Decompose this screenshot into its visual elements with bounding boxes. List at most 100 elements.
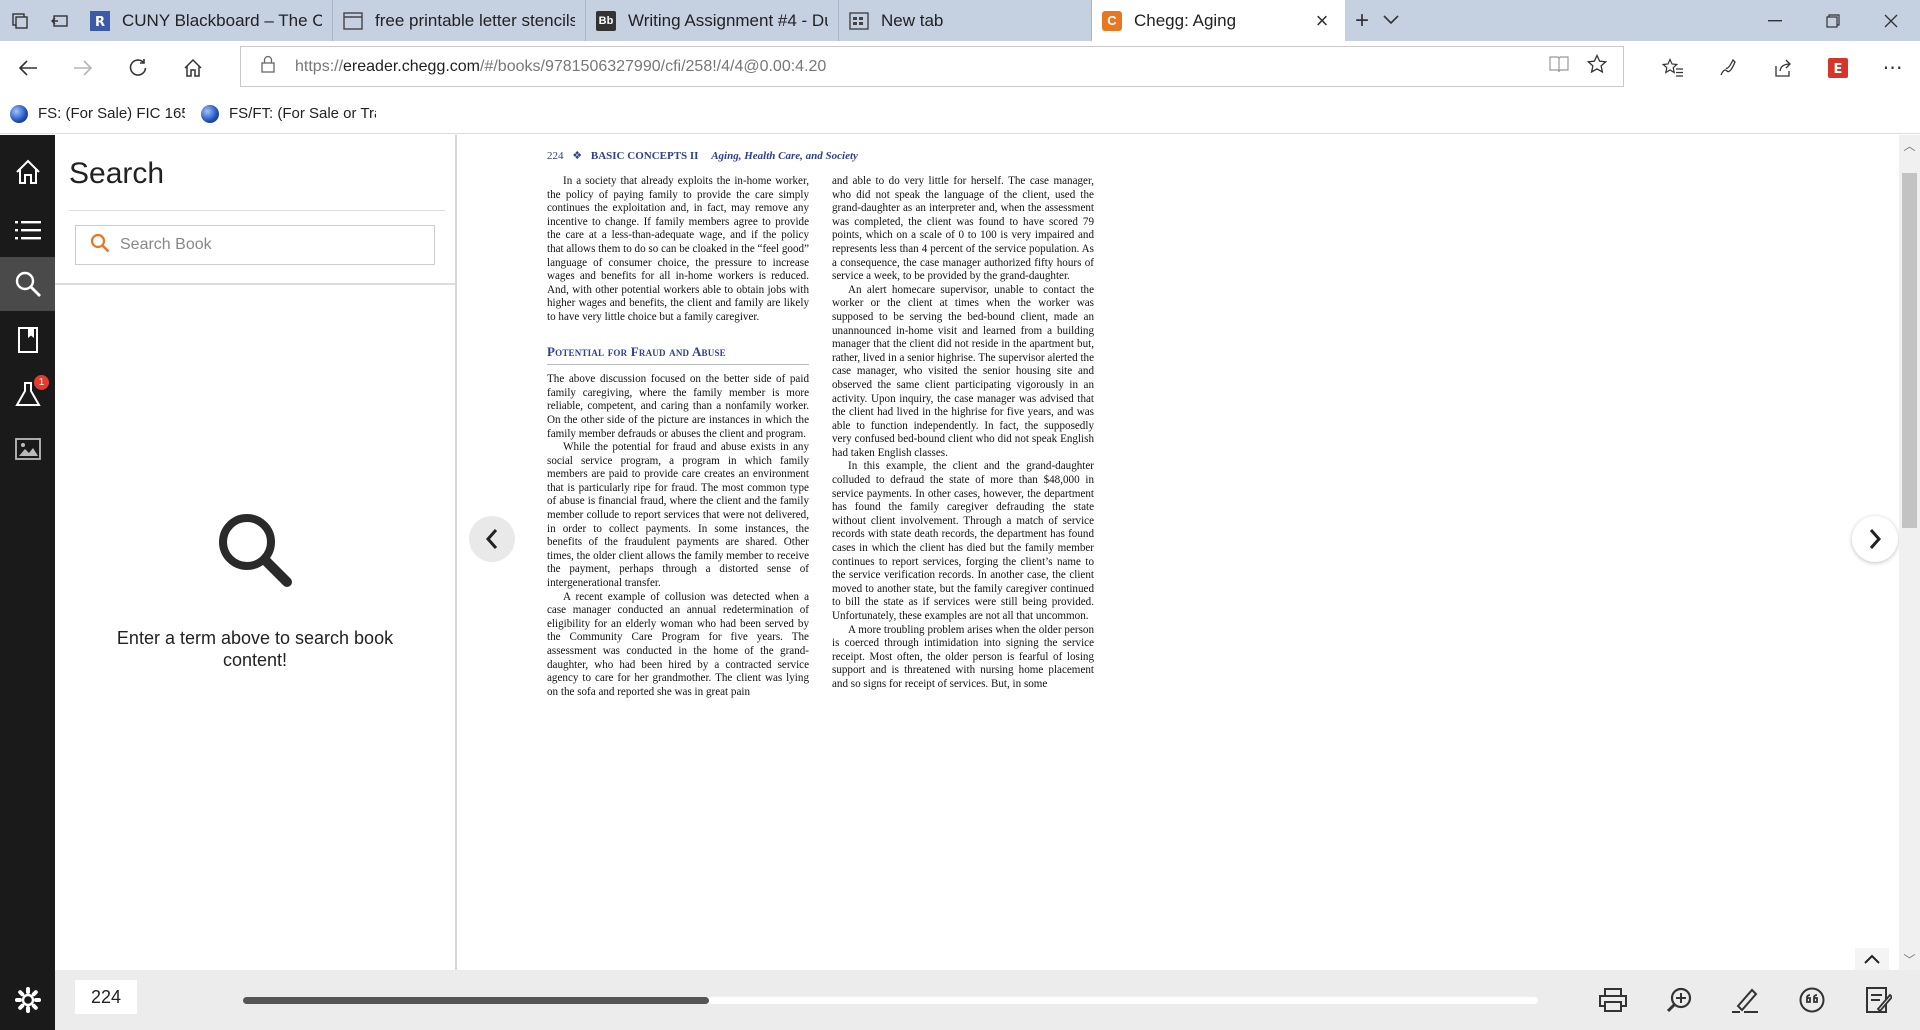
chegg-favicon: C bbox=[1102, 10, 1122, 31]
header-diamond: ❖ bbox=[572, 150, 583, 162]
image-icon[interactable] bbox=[0, 422, 55, 476]
url-path: /#/books/9781506327990/cfi/258!/4/4@0.00… bbox=[480, 57, 827, 75]
restore-icon[interactable] bbox=[1804, 0, 1862, 41]
panel-separator bbox=[55, 283, 455, 285]
running-header: 224 ❖ BASIC CONCEPTS II Aging, Health Ca… bbox=[547, 149, 858, 162]
set-aside-tabs-icon[interactable] bbox=[40, 0, 80, 41]
vertical-scrollbar[interactable]: ︿ ﹀ bbox=[1899, 135, 1920, 970]
favorite-star-icon[interactable] bbox=[1586, 53, 1608, 79]
tab-cuny-blackboard[interactable]: R CUNY Blackboard – The City bbox=[80, 0, 333, 41]
settings-gear-icon[interactable] bbox=[0, 970, 55, 1030]
header-page-number: 224 bbox=[547, 150, 564, 162]
tab-new-tab[interactable]: New tab bbox=[839, 0, 1092, 41]
favorite-label: FS: (For Sale) FIC 1650 bbox=[38, 105, 185, 122]
notification-badge: 1 bbox=[34, 375, 49, 390]
tab-letter-stencils[interactable]: free printable letter stencils bbox=[333, 0, 586, 41]
tab-writing-assignment[interactable]: Bb Writing Assignment #4 - Du bbox=[586, 0, 839, 41]
address-bar[interactable]: https://ereader.chegg.com/#/books/978150… bbox=[240, 46, 1624, 87]
search-input[interactable] bbox=[120, 236, 420, 254]
share-icon[interactable] bbox=[1755, 58, 1810, 78]
bb-favicon: Bb bbox=[596, 10, 616, 31]
tab-chegg-aging[interactable]: C Chegg: Aging × bbox=[1092, 0, 1345, 41]
search-input-icon bbox=[90, 233, 110, 258]
refresh-icon[interactable] bbox=[110, 41, 165, 94]
paragraph: A more troubling problem arises when the… bbox=[832, 623, 1094, 690]
globe-icon bbox=[10, 104, 28, 123]
url-host: ereader.chegg.com bbox=[343, 57, 481, 75]
text-column-right: and able to do very little for herself. … bbox=[832, 175, 1094, 692]
highlighter-icon[interactable] bbox=[1725, 982, 1765, 1018]
tab-label: CUNY Blackboard – The City bbox=[122, 10, 322, 30]
minimize-icon[interactable] bbox=[1746, 0, 1804, 41]
print-icon[interactable] bbox=[1593, 982, 1633, 1018]
section-heading: Potential for Fraud and Abuse bbox=[547, 344, 809, 366]
favorite-link[interactable]: FS: (For Sale) FIC 1650 bbox=[10, 104, 185, 123]
paragraph: and able to do very little for herself. … bbox=[832, 175, 1094, 283]
reader-bottom-toolbar: 224 bbox=[55, 970, 1920, 1030]
close-window-icon[interactable] bbox=[1862, 0, 1920, 41]
chegg-favicon-text: C bbox=[1107, 13, 1117, 28]
tab-actions-icon[interactable] bbox=[0, 0, 40, 41]
back-arrow-icon[interactable] bbox=[0, 41, 55, 94]
bb-favicon-text: Bb bbox=[598, 14, 614, 27]
pen-notes-icon[interactable] bbox=[1700, 58, 1755, 78]
lock-icon bbox=[261, 55, 283, 78]
page-icon bbox=[343, 11, 363, 31]
bookmark-icon[interactable] bbox=[0, 313, 55, 367]
chegg-extension-icon[interactable]: E bbox=[1810, 57, 1865, 78]
large-search-icon bbox=[215, 510, 295, 595]
search-box[interactable] bbox=[75, 225, 435, 265]
quote-icon[interactable] bbox=[1792, 982, 1832, 1018]
paragraph: An alert homecare supervisor, unable to … bbox=[832, 283, 1094, 459]
panel-divider bbox=[69, 210, 445, 211]
reading-view-icon[interactable] bbox=[1549, 55, 1569, 78]
reading-progress-bar[interactable] bbox=[243, 997, 1538, 1004]
paragraph: In this example, the client and the gran… bbox=[832, 460, 1094, 622]
paragraph: While the potential for fraud and abuse … bbox=[547, 441, 809, 590]
search-empty-message: Enter a term above to search book conten… bbox=[116, 628, 394, 670]
close-tab-icon[interactable]: × bbox=[1309, 8, 1335, 34]
svg-text:R: R bbox=[95, 15, 105, 30]
reader-side-rail: 1 bbox=[0, 135, 55, 1030]
previous-page-button[interactable] bbox=[469, 516, 515, 562]
svg-text:E: E bbox=[1833, 62, 1842, 77]
tab-label: free printable letter stencils bbox=[375, 10, 575, 30]
home-browser-icon[interactable] bbox=[165, 41, 220, 94]
flask-icon[interactable]: 1 bbox=[0, 367, 55, 421]
next-page-button[interactable] bbox=[1852, 516, 1898, 562]
tab-label: Writing Assignment #4 - Du bbox=[628, 10, 828, 30]
progress-fill bbox=[243, 997, 710, 1004]
search-panel: Search Enter a term above to search book… bbox=[55, 135, 457, 970]
home-icon[interactable] bbox=[0, 145, 55, 199]
tab-label: Chegg: Aging bbox=[1134, 10, 1237, 30]
text-column-left: In a society that already exploits the i… bbox=[547, 175, 809, 699]
globe-icon bbox=[201, 104, 219, 123]
favorites-bar: FS: (For Sale) FIC 1650 FS/FT: (For Sale… bbox=[0, 94, 1920, 134]
favorite-label: FS/FT: (For Sale or Tra bbox=[229, 105, 376, 122]
favorites-hub-icon[interactable] bbox=[1645, 57, 1700, 78]
more-menu-icon[interactable]: ⋯ bbox=[1865, 55, 1920, 80]
favorite-link[interactable]: FS/FT: (For Sale or Tra bbox=[201, 104, 376, 123]
new-tab-grid-icon bbox=[849, 11, 869, 31]
book-reader: 224 ❖ BASIC CONCEPTS II Aging, Health Ca… bbox=[459, 135, 1899, 970]
paragraph: A recent example of collusion was detect… bbox=[547, 590, 809, 698]
scrollbar-thumb[interactable] bbox=[1902, 173, 1917, 528]
notes-icon[interactable] bbox=[1858, 982, 1898, 1018]
search-icon[interactable] bbox=[0, 257, 55, 311]
scroll-up-icon[interactable]: ︿ bbox=[1899, 137, 1920, 154]
new-tab-plus-icon[interactable]: + bbox=[1355, 7, 1369, 35]
url-scheme: https:// bbox=[295, 57, 344, 75]
header-book-title: Aging, Health Care, and Society bbox=[711, 150, 858, 162]
forward-arrow-icon[interactable] bbox=[55, 41, 110, 94]
paragraph: In a society that already exploits the i… bbox=[547, 175, 809, 323]
table-of-contents-icon[interactable] bbox=[0, 203, 55, 257]
scroll-to-top-button[interactable] bbox=[1855, 948, 1889, 970]
browser-tab-strip: R CUNY Blackboard – The City free printa… bbox=[0, 0, 1920, 41]
navigation-bar: https://ereader.chegg.com/#/books/978150… bbox=[0, 41, 1920, 94]
blackboard-logo-icon: R bbox=[90, 10, 110, 31]
page-number-input[interactable]: 224 bbox=[75, 980, 137, 1014]
zoom-in-icon[interactable] bbox=[1660, 982, 1700, 1018]
header-section: BASIC CONCEPTS II bbox=[590, 150, 699, 162]
chevron-down-icon[interactable] bbox=[1383, 12, 1399, 30]
scroll-down-icon[interactable]: ﹀ bbox=[1899, 951, 1920, 968]
